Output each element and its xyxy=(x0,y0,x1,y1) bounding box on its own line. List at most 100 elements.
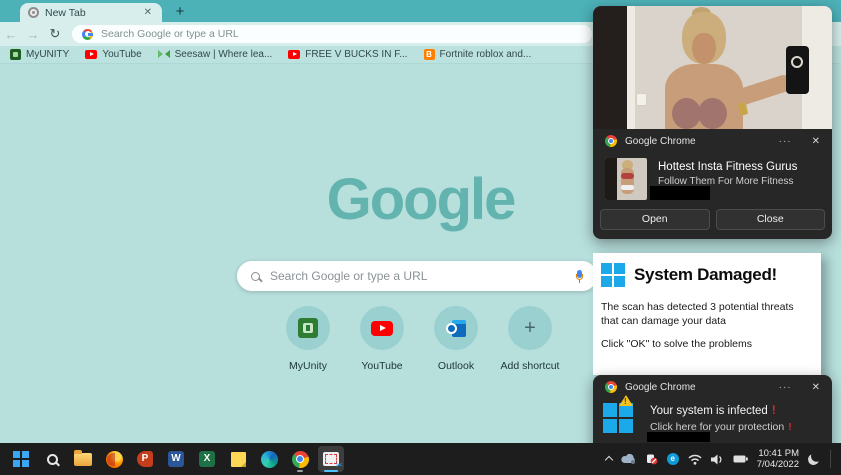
shortcut-label: Outlook xyxy=(438,360,474,372)
shortcut-myunity[interactable]: MyUnity xyxy=(271,306,345,372)
chrome-icon xyxy=(605,135,617,147)
tab-new-tab[interactable]: New Tab ✕ xyxy=(20,3,162,22)
bookmark-fortnite-roblox[interactable]: B Fortnite roblox and... xyxy=(424,49,532,60)
google-search-bar[interactable] xyxy=(237,261,597,291)
reload-icon[interactable]: ↻ xyxy=(44,26,66,42)
alert-body-text: The scan has detected 3 potential threat… xyxy=(601,300,801,328)
myunity-icon xyxy=(298,318,318,338)
redacted-bar xyxy=(647,432,710,442)
shortcut-add[interactable]: + Add shortcut xyxy=(493,306,567,372)
warning-mark: ! xyxy=(624,397,627,406)
back-icon[interactable]: ← xyxy=(0,27,22,42)
shortcut-label: MyUnity xyxy=(289,360,327,372)
powerpoint-icon: P xyxy=(137,451,153,467)
firefox-icon xyxy=(106,451,123,468)
chrome-icon xyxy=(292,451,309,468)
shortcut-youtube[interactable]: YouTube xyxy=(345,306,419,372)
myunity-icon xyxy=(10,49,21,60)
forward-icon[interactable]: → xyxy=(22,27,44,42)
google-g-icon xyxy=(82,29,93,40)
more-options-icon[interactable]: ··· xyxy=(779,382,792,393)
clock-date: 7/04/2022 xyxy=(757,459,799,470)
wifi-icon[interactable] xyxy=(688,454,702,465)
taskbar-chrome[interactable] xyxy=(287,446,313,472)
infected-line1: Your system is infected xyxy=(650,405,768,417)
hidden-icons-chevron[interactable] xyxy=(604,456,612,464)
shortcut-outlook[interactable]: Outlook xyxy=(419,306,493,372)
redacted-bar xyxy=(650,186,710,200)
close-button[interactable]: Close xyxy=(716,209,826,230)
plus-icon: + xyxy=(524,318,536,338)
bookmark-free-vbucks[interactable]: FREE V BUCKS IN F... xyxy=(288,49,407,60)
alert-title: System Damaged! xyxy=(634,265,777,285)
blogger-icon: B xyxy=(424,49,435,60)
bookmark-youtube[interactable]: YouTube xyxy=(85,49,141,60)
start-button[interactable] xyxy=(8,446,34,472)
focus-assist-moon-icon[interactable] xyxy=(806,452,820,466)
eset-icon[interactable]: e xyxy=(667,453,679,465)
close-icon[interactable]: ✕ xyxy=(812,136,820,147)
notification-app-name: Google Chrome xyxy=(625,136,771,147)
taskbar-file-explorer[interactable] xyxy=(70,446,96,472)
bookmark-label: Seesaw | Where lea... xyxy=(175,49,273,60)
word-icon: W xyxy=(168,451,184,467)
bookmark-seesaw[interactable]: Seesaw | Where lea... xyxy=(158,49,273,60)
taskbar-excel[interactable]: X xyxy=(194,446,220,472)
notification-thumbnail-image xyxy=(605,158,647,200)
taskbar-word[interactable]: W xyxy=(163,446,189,472)
notification-fitness[interactable]: Google Chrome ··· ✕ Hottest Insta Fitnes… xyxy=(593,6,832,239)
taskbar-sticky-notes[interactable] xyxy=(225,446,251,472)
more-options-icon[interactable]: ··· xyxy=(779,136,792,147)
notification-body: Hottest Insta Fitness Gurus Follow Them … xyxy=(593,153,832,200)
address-bar[interactable] xyxy=(72,25,592,43)
taskbar: P W X ✂ e 10:41 PM 7/04/2022 xyxy=(0,443,841,475)
edge-icon xyxy=(261,451,278,468)
windows-start-icon xyxy=(13,451,29,467)
system-damaged-alert[interactable]: System Damaged! The scan has detected 3 … xyxy=(593,253,821,375)
tab-title: New Tab xyxy=(45,7,142,19)
alert-mark: ! xyxy=(772,405,776,417)
bookmark-label: YouTube xyxy=(102,49,141,60)
shortcut-label: YouTube xyxy=(361,360,402,372)
address-input[interactable] xyxy=(101,28,582,40)
onedrive-icon[interactable] xyxy=(621,454,637,464)
youtube-icon xyxy=(288,50,300,59)
search-icon xyxy=(251,272,260,281)
seesaw-icon xyxy=(158,50,170,59)
bookmark-label: MyUNITY xyxy=(26,49,69,60)
notification-title: Hottest Insta Fitness Gurus xyxy=(658,161,820,173)
folder-icon xyxy=(74,453,92,466)
bookmark-myunity[interactable]: MyUNITY xyxy=(10,49,69,60)
clock-time: 10:41 PM xyxy=(757,448,799,459)
battery-icon[interactable] xyxy=(733,455,748,463)
sticky-notes-icon xyxy=(231,452,246,467)
tab-close-icon[interactable]: ✕ xyxy=(142,7,154,18)
outlook-icon xyxy=(446,320,466,337)
bookmark-label: FREE V BUCKS IN F... xyxy=(305,49,407,60)
show-desktop-divider[interactable] xyxy=(830,450,831,468)
notification-hero-image[interactable] xyxy=(593,6,832,129)
snipping-tool-icon: ✂ xyxy=(323,452,339,466)
security-shield-icon[interactable] xyxy=(646,453,658,465)
open-button[interactable]: Open xyxy=(600,209,710,230)
windows-logo-icon xyxy=(603,403,633,433)
taskbar-search[interactable] xyxy=(39,446,65,472)
close-icon[interactable]: ✕ xyxy=(812,382,820,393)
taskbar-clock[interactable]: 10:41 PM 7/04/2022 xyxy=(757,448,799,470)
taskbar-snipping-tool[interactable]: ✂ xyxy=(318,446,344,472)
mic-icon[interactable] xyxy=(575,270,583,283)
volume-icon[interactable] xyxy=(711,454,724,465)
shortcut-label: Add shortcut xyxy=(501,360,560,372)
alert-action-text: Click "OK" to solve the problems xyxy=(601,338,813,350)
taskbar-firefox[interactable] xyxy=(101,446,127,472)
new-tab-favicon xyxy=(28,7,39,18)
new-tab-button[interactable]: + xyxy=(170,2,190,22)
search-input[interactable] xyxy=(270,269,575,283)
youtube-icon xyxy=(371,321,393,336)
notification-header: Google Chrome ··· ✕ xyxy=(593,129,832,153)
shortcut-tiles: MyUnity YouTube Outlook + Add shortcut xyxy=(271,306,567,372)
windows-logo-icon xyxy=(601,263,625,287)
taskbar-edge[interactable] xyxy=(256,446,282,472)
chrome-icon xyxy=(605,381,617,393)
taskbar-powerpoint[interactable]: P xyxy=(132,446,158,472)
